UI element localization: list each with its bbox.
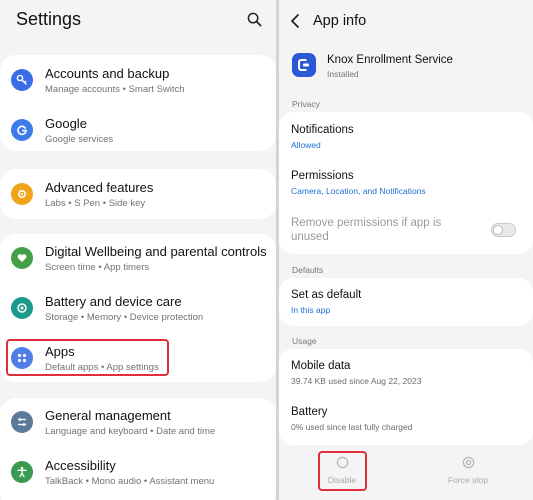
back-arrow-icon[interactable] xyxy=(290,12,304,30)
row-value: Allowed xyxy=(291,140,321,150)
row-title: Permissions xyxy=(291,170,354,182)
row-value: In this app xyxy=(291,305,331,315)
disable-highlight-box xyxy=(318,451,367,491)
item-subtitle: Manage accounts • Smart Switch xyxy=(45,84,185,95)
item-title: Advanced features xyxy=(45,180,154,195)
force-stop-icon xyxy=(461,455,475,469)
battery-row[interactable]: Battery 0% used since last fully charged xyxy=(291,406,523,432)
toggle-knob xyxy=(493,225,503,235)
app-info-header: App info xyxy=(290,10,366,32)
settings-item-general-management[interactable]: General management Language and keyboard… xyxy=(0,400,276,444)
section-defaults: Defaults xyxy=(292,265,324,275)
mobile-data-row[interactable]: Mobile data 39.74 KB used since Aug 22, … xyxy=(291,360,523,386)
settings-item-accessibility[interactable]: Accessibility TalkBack • Mono audio • As… xyxy=(0,450,276,494)
item-subtitle: Labs • S Pen • Side key xyxy=(45,198,146,209)
item-title: Accounts and backup xyxy=(45,66,170,81)
settings-item-battery-device-care[interactable]: Battery and device care Storage • Memory… xyxy=(0,286,276,330)
row-title-line1: Remove permissions if app is xyxy=(291,217,442,229)
item-title: Battery and device care xyxy=(45,294,182,309)
item-title: General management xyxy=(45,408,171,423)
gear-plus-icon xyxy=(11,183,33,205)
item-subtitle: TalkBack • Mono audio • Assistant menu xyxy=(45,476,215,487)
set-as-default-row[interactable]: Set as default In this app xyxy=(291,289,523,315)
app-name: Knox Enrollment Service xyxy=(327,54,453,66)
item-subtitle: Language and keyboard • Date and time xyxy=(45,426,216,437)
app-header: Knox Enrollment Service Installed xyxy=(292,52,522,82)
device-care-icon xyxy=(11,297,33,319)
app-status: Installed xyxy=(327,69,359,79)
notifications-row[interactable]: Notifications Allowed xyxy=(291,124,523,150)
accessibility-icon xyxy=(11,461,33,483)
search-icon[interactable] xyxy=(246,11,262,27)
item-title: Digital Wellbeing and parental controls xyxy=(45,244,267,259)
item-subtitle: Google services xyxy=(45,134,114,145)
sliders-icon xyxy=(11,411,33,433)
settings-item-advanced-features[interactable]: Advanced features Labs • S Pen • Side ke… xyxy=(0,172,276,216)
apps-highlight-box xyxy=(6,339,169,376)
settings-header: Settings xyxy=(16,8,262,30)
row-title-line2: unused xyxy=(291,231,329,243)
settings-panel: Settings Accounts and backup Manage acco… xyxy=(0,0,276,500)
row-value: 0% used since last fully charged xyxy=(291,422,413,432)
page-title: Settings xyxy=(16,8,82,29)
row-value: 39.74 KB used since Aug 22, 2023 xyxy=(291,376,422,386)
row-title: Mobile data xyxy=(291,360,351,372)
force-stop-label: Force stop xyxy=(447,475,489,485)
row-title: Battery xyxy=(291,406,328,418)
permissions-row[interactable]: Permissions Camera, Location, and Notifi… xyxy=(291,170,523,196)
knox-app-icon xyxy=(292,53,316,77)
key-icon xyxy=(11,69,33,91)
item-title: Accessibility xyxy=(45,458,116,473)
row-title: Set as default xyxy=(291,289,362,301)
item-title: Google xyxy=(45,116,87,131)
page-title: App info xyxy=(313,13,367,29)
item-subtitle: Storage • Memory • Device protection xyxy=(45,312,204,323)
section-usage: Usage xyxy=(292,336,317,346)
row-value: Camera, Location, and Notifications xyxy=(291,186,426,196)
google-icon xyxy=(11,119,33,141)
section-privacy: Privacy xyxy=(292,99,320,109)
heart-icon xyxy=(11,247,33,269)
settings-item-google[interactable]: Google Google services xyxy=(0,108,276,152)
settings-item-accounts[interactable]: Accounts and backup Manage accounts • Sm… xyxy=(0,58,276,102)
remove-permissions-toggle[interactable] xyxy=(491,223,516,237)
settings-item-digital-wellbeing[interactable]: Digital Wellbeing and parental controls … xyxy=(0,236,276,280)
row-title: Notifications xyxy=(291,124,354,136)
remove-permissions-row[interactable]: Remove permissions if app is unused xyxy=(291,216,523,244)
force-stop-button[interactable]: Force stop xyxy=(428,455,508,485)
item-subtitle: Screen time • App timers xyxy=(45,262,150,273)
